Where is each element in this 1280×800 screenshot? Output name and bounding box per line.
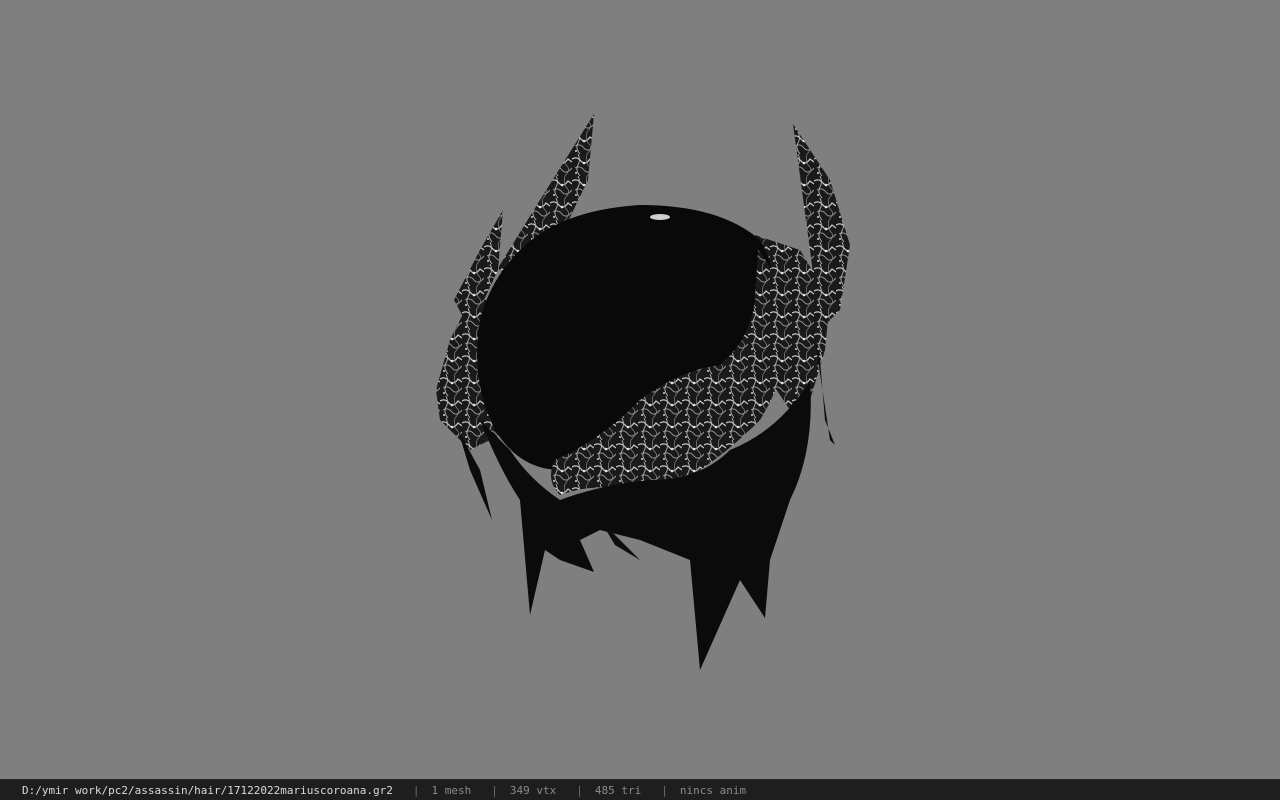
separator: | [661, 783, 668, 797]
separator: | [491, 783, 498, 797]
animation-status: nincs anim [679, 783, 747, 797]
file-path: D:/ymir work/pc2/assassin/hair/17122022m… [22, 783, 393, 797]
mesh-count: 1 mesh [431, 783, 472, 797]
vertex-count: 349 vtx [509, 783, 557, 797]
triangle-count: 485 tri [594, 783, 642, 797]
hair-model-render [436, 114, 850, 670]
right-dangle [815, 340, 835, 445]
top-highlight [650, 214, 670, 220]
status-bar: D:/ymir work/pc2/assassin/hair/17122022m… [0, 779, 1280, 800]
separator: | [412, 783, 420, 797]
3d-viewport[interactable] [0, 0, 1280, 779]
separator: | [576, 783, 583, 797]
